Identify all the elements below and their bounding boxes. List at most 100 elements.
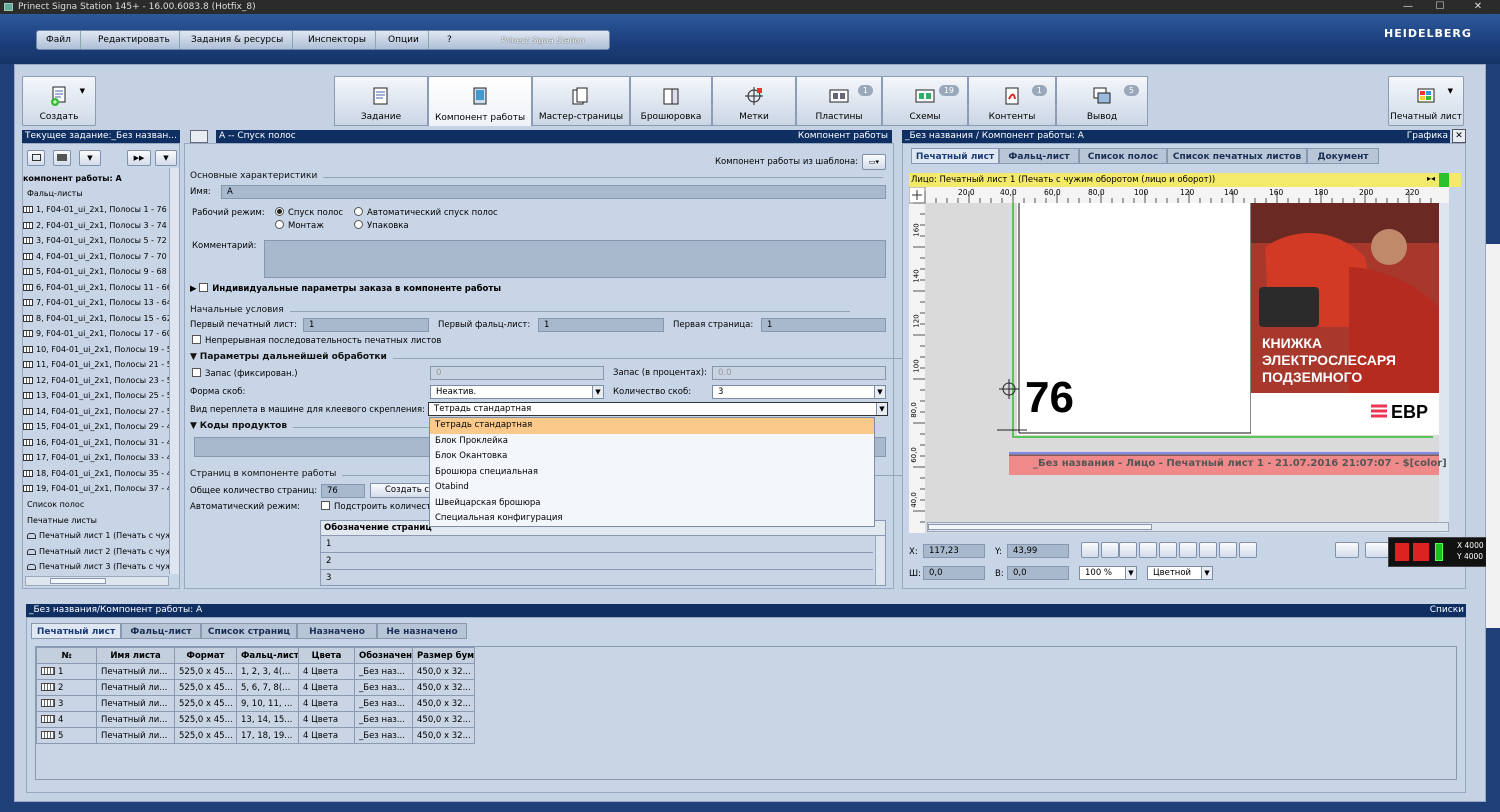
zoom-select[interactable]: 100 % ▼ <box>1079 566 1137 580</box>
build-checkbox[interactable]: Подстроить количест <box>321 501 431 512</box>
bottom-tab-print-sheet[interactable]: Печатный лист <box>31 623 121 639</box>
table-row[interactable]: 2 Печатный ли... 525,0 x 45... 5, 6, 7, 8(.… <box>36 679 475 696</box>
column-header[interactable]: № <box>36 647 97 664</box>
collapse-arrows-icon[interactable]: ▸◂ <box>1427 174 1435 183</box>
bottom-tab-unassigned[interactable]: Не назначено <box>377 623 467 639</box>
fold-item[interactable]: 3, F04-01_ui_2x1, Полосы 5 - 72 <box>23 233 167 248</box>
binding-option[interactable]: Специальная конфигурация <box>430 511 874 527</box>
table-row[interactable]: 4 Печатный ли... 525,0 x 45... 13, 14, 15..… <box>36 711 475 728</box>
tree-hscroll[interactable] <box>25 576 169 586</box>
page-row-1[interactable]: 1 <box>321 536 873 553</box>
binding-option[interactable]: Швейцарская брошюра <box>430 496 874 512</box>
tab-schemes[interactable]: 19 Схемы <box>882 76 968 126</box>
tree-dropdown-button[interactable]: ▼ <box>79 150 101 166</box>
menu-jobs-resources[interactable]: Задания & ресурсы <box>182 31 294 49</box>
tab-contents[interactable]: 1 Контенты <box>968 76 1056 126</box>
create-pages-button[interactable]: Создать с <box>370 483 430 498</box>
indiv-params-toggle[interactable]: ▶ Индивидуальные параметры заказа в комп… <box>190 283 501 294</box>
measure-icon[interactable] <box>1239 542 1257 558</box>
tab-page-list[interactable]: Список полос <box>1079 148 1167 164</box>
select-box-icon[interactable] <box>1101 542 1119 558</box>
fold-item[interactable]: 14, F04-01_ui_2x1, Полосы 27 - 5 <box>23 404 172 419</box>
table-row[interactable]: 3 Печатный ли... 525,0 x 45... 9, 10, 11, .… <box>36 695 475 712</box>
tree-sheets-label[interactable]: Печатные листы <box>27 513 97 528</box>
tab-job[interactable]: Задание <box>334 76 428 126</box>
staple-form-select[interactable]: Неактив. ▼ <box>430 385 604 399</box>
continuous-checkbox[interactable]: Непрерывная последовательность печатных … <box>192 335 441 346</box>
fit-icon[interactable] <box>1179 542 1197 558</box>
tree-pages-list[interactable]: Список полос <box>27 497 84 512</box>
print-sheet-button[interactable]: ▼ Печатный лист <box>1388 76 1464 126</box>
tree-expand-button[interactable]: ▶▶ <box>127 150 151 166</box>
page-row-2[interactable]: 2 <box>321 553 873 570</box>
fold-item[interactable]: 6, F04-01_ui_2x1, Полосы 11 - 66 <box>23 280 172 295</box>
tab-work-component[interactable]: Компонент работы <box>428 76 532 126</box>
table-row[interactable]: 5 Печатный ли... 525,0 x 45... 17, 18, 19..… <box>36 727 475 744</box>
comment-field[interactable] <box>264 240 886 278</box>
column-header[interactable]: Обозначени... <box>354 647 413 664</box>
name-field[interactable]: A <box>221 185 886 199</box>
column-header[interactable]: Имя листа <box>96 647 175 664</box>
binding-option[interactable]: Тетрадь стандартная <box>430 418 874 434</box>
column-header[interactable]: Фальц-лист <box>236 647 299 664</box>
mode-packaging[interactable]: Упаковка <box>354 220 409 231</box>
first-fold-field[interactable]: 1 <box>538 318 664 332</box>
staple-count-select[interactable]: 3 ▼ <box>712 385 886 399</box>
x-field[interactable]: 117,23 <box>923 544 985 558</box>
bottom-tab-assigned[interactable]: Назначено <box>297 623 377 639</box>
tab-plates[interactable]: 1 Пластины <box>796 76 882 126</box>
zoom-icon[interactable] <box>1119 542 1137 558</box>
fold-item[interactable]: 10, F04-01_ui_2x1, Полосы 19 - 5 <box>23 342 172 357</box>
frame-icon[interactable] <box>1159 542 1177 558</box>
tree-sheet-3[interactable]: Печатный лист 3 (Печать с чужи <box>27 559 177 574</box>
close-icon[interactable]: ✕ <box>1452 129 1466 143</box>
y-field[interactable]: 43,99 <box>1007 544 1069 558</box>
mode-montage[interactable]: Монтаж <box>275 220 324 231</box>
tree-print-button[interactable] <box>53 150 71 166</box>
hand-icon[interactable] <box>1139 542 1157 558</box>
binding-option[interactable]: Блок Окантовка <box>430 449 874 465</box>
w-field[interactable]: 0,0 <box>923 566 985 580</box>
fold-item[interactable]: 1, F04-01_ui_2x1, Полосы 1 - 76 <box>23 202 167 217</box>
fold-item[interactable]: 9, F04-01_ui_2x1, Полосы 17 - 60 <box>23 326 172 341</box>
tree-tool-1[interactable] <box>27 150 45 166</box>
tab-document[interactable]: Документ <box>1307 148 1379 164</box>
color-mode-select[interactable]: Цветной ▼ <box>1147 566 1213 580</box>
fold-item[interactable]: 16, F04-01_ui_2x1, Полосы 31 - 4 <box>23 435 172 450</box>
view-mode-icon[interactable] <box>1335 542 1359 558</box>
binding-option[interactable]: Блок Проклейка <box>430 434 874 450</box>
fold-item[interactable]: 7, F04-01_ui_2x1, Полосы 13 - 64 <box>23 295 172 310</box>
template-button[interactable]: ▭▾ <box>862 154 886 170</box>
menu-options[interactable]: Опции <box>379 31 429 49</box>
tab-master-pages[interactable]: Мастер-страницы <box>532 76 630 126</box>
mode-imposition[interactable]: Спуск полос <box>275 207 343 218</box>
h-field[interactable]: 0,0 <box>1007 566 1069 580</box>
create-button[interactable]: ▼ Создать <box>22 76 96 126</box>
minimize-button[interactable]: — <box>1392 0 1424 14</box>
menu-inspectors[interactable]: Инспекторы <box>299 31 376 49</box>
binding-option[interactable]: Otabind <box>430 480 874 496</box>
close-button[interactable]: ✕ <box>1462 0 1494 14</box>
mode-auto-imposition[interactable]: Автоматический спуск полос <box>354 207 498 218</box>
fold-item[interactable]: 17, F04-01_ui_2x1, Полосы 33 - 4 <box>23 450 172 465</box>
select-arrow-icon[interactable] <box>1081 542 1099 558</box>
menu-edit[interactable]: Редактировать <box>89 31 180 49</box>
tree-collapse-button[interactable]: ▼ <box>155 150 177 166</box>
tree-sheet-1[interactable]: Печатный лист 1 (Печать с чужи <box>27 528 177 543</box>
total-pages-field[interactable]: 76 <box>321 484 365 498</box>
crop-icon[interactable] <box>1199 542 1217 558</box>
print-sheet-dropdown-icon[interactable]: ▼ <box>1448 87 1453 95</box>
tree-sheet-2[interactable]: Печатный лист 2 (Печать с чужи <box>27 544 177 559</box>
menu-help[interactable]: ? <box>438 31 461 49</box>
tab-print-sheet[interactable]: Печатный лист <box>911 148 999 164</box>
fold-item[interactable]: 18, F04-01_ui_2x1, Полосы 35 - 4 <box>23 466 172 481</box>
lock-icon[interactable] <box>190 130 208 143</box>
column-header[interactable]: Цвета <box>298 647 355 664</box>
table-row[interactable]: 1 Печатный ли... 525,0 x 45... 1, 2, 3, 4(.… <box>36 663 475 680</box>
create-dropdown-icon[interactable]: ▼ <box>80 87 85 95</box>
bottom-tab-page-list[interactable]: Список страниц <box>201 623 297 639</box>
fold-item[interactable]: 5, F04-01_ui_2x1, Полосы 9 - 68 <box>23 264 167 279</box>
column-header[interactable]: Формат <box>174 647 237 664</box>
maximize-button[interactable]: ☐ <box>1424 0 1456 14</box>
fold-item[interactable]: 13, F04-01_ui_2x1, Полосы 25 - 5 <box>23 388 172 403</box>
